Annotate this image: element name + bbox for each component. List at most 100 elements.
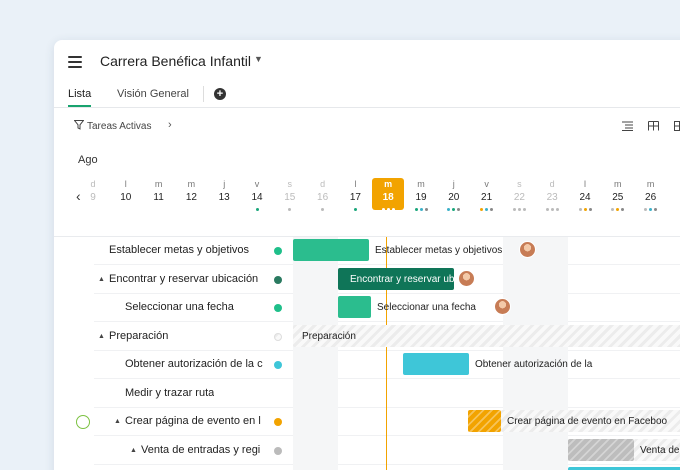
task-name[interactable]: Obtener autorización de la c bbox=[125, 358, 263, 370]
task-name[interactable]: Medir y trazar ruta bbox=[125, 387, 214, 399]
task-bar[interactable] bbox=[468, 410, 501, 432]
task-name[interactable]: Establecer metas y objetivos bbox=[109, 244, 249, 256]
day-column[interactable]: v 21 bbox=[471, 178, 503, 212]
day-column[interactable]: j 20 bbox=[438, 178, 470, 212]
task-dot bbox=[485, 207, 489, 211]
assignee-avatar[interactable] bbox=[519, 241, 536, 258]
expand-caret-icon[interactable]: ▲ bbox=[114, 418, 121, 425]
project-title[interactable]: Carrera Benéfica Infantil bbox=[100, 53, 251, 69]
day-letter: m bbox=[154, 179, 163, 189]
task-row[interactable]: ▲ Crear página de evento en l bbox=[54, 408, 293, 436]
day-letter: s bbox=[287, 179, 293, 189]
task-bar[interactable] bbox=[403, 353, 469, 375]
progress-ring-icon[interactable] bbox=[76, 415, 90, 429]
day-number: 18 bbox=[382, 192, 394, 203]
expand-caret-icon[interactable]: ▲ bbox=[130, 447, 137, 454]
day-task-dots bbox=[143, 206, 175, 212]
tab-bar: Lista Visión General + bbox=[54, 85, 680, 108]
task-dot bbox=[644, 207, 648, 211]
day-task-dots bbox=[175, 206, 207, 212]
status-dot[interactable] bbox=[274, 446, 282, 455]
status-dot[interactable] bbox=[274, 275, 282, 284]
task-row[interactable] bbox=[54, 465, 293, 470]
day-number: 14 bbox=[251, 192, 263, 203]
day-task-dots bbox=[274, 206, 306, 212]
expand-caret-icon[interactable]: ▲ bbox=[98, 276, 105, 283]
day-column[interactable]: d 16 bbox=[307, 178, 339, 212]
project-window: Carrera Benéfica Infantil ▼ Lista Visión… bbox=[54, 40, 680, 470]
weekend-shade bbox=[293, 237, 338, 470]
day-letter: d bbox=[90, 179, 96, 189]
status-dot[interactable] bbox=[274, 418, 282, 426]
day-number: 20 bbox=[448, 192, 460, 203]
task-row[interactable]: Seleccionar una fecha bbox=[54, 294, 293, 322]
chevron-down-icon[interactable]: ▼ bbox=[254, 54, 263, 64]
status-dot[interactable] bbox=[274, 304, 282, 312]
day-column[interactable]: m 11 bbox=[143, 178, 175, 212]
day-task-dots bbox=[110, 206, 142, 212]
task-dot bbox=[447, 207, 451, 211]
day-column[interactable]: v 14 bbox=[241, 178, 273, 212]
task-row[interactable]: Establecer metas y objetivos bbox=[54, 237, 293, 265]
day-task-dots bbox=[241, 206, 273, 212]
task-dot bbox=[621, 207, 625, 211]
task-name[interactable]: Crear página de evento en l bbox=[125, 415, 261, 427]
task-row[interactable]: ▲ Encontrar y reservar ubicación bbox=[54, 266, 293, 294]
tab-vision-general[interactable]: Visión General bbox=[117, 88, 189, 105]
menu-icon[interactable] bbox=[68, 56, 82, 68]
assignee-avatar[interactable] bbox=[458, 269, 475, 287]
add-tab-icon[interactable]: + bbox=[214, 88, 226, 100]
task-name[interactable]: Seleccionar una fecha bbox=[125, 301, 234, 313]
board-view-icon[interactable] bbox=[648, 121, 659, 131]
task-row[interactable]: Obtener autorización de la c bbox=[54, 351, 293, 379]
day-column[interactable]: m 19 bbox=[405, 178, 437, 212]
day-column[interactable]: m 26 bbox=[635, 178, 667, 212]
filter-button[interactable]: Tareas Activas bbox=[73, 120, 152, 132]
day-column[interactable]: m 25 bbox=[602, 178, 634, 212]
task-dot bbox=[545, 207, 549, 211]
task-dot bbox=[654, 207, 658, 211]
day-column[interactable]: s 22 bbox=[503, 178, 535, 212]
day-column[interactable]: s 15 bbox=[274, 178, 306, 212]
day-task-dots bbox=[602, 206, 634, 212]
day-column[interactable]: d 23 bbox=[536, 178, 568, 212]
task-bar[interactable] bbox=[568, 438, 634, 461]
task-dot bbox=[578, 207, 582, 211]
day-letter: d bbox=[549, 179, 555, 189]
task-dot bbox=[583, 207, 587, 211]
day-column[interactable]: l 10 bbox=[110, 178, 142, 212]
task-dot bbox=[386, 207, 390, 211]
day-number: 9 bbox=[90, 192, 96, 203]
task-name[interactable]: Preparación bbox=[109, 330, 168, 342]
task-name[interactable]: Venta de entradas y regi bbox=[141, 444, 260, 456]
day-letter: l bbox=[124, 179, 127, 189]
day-column[interactable]: l 24 bbox=[569, 178, 601, 212]
tab-lista[interactable]: Lista bbox=[68, 88, 92, 107]
day-column[interactable]: j 13 bbox=[208, 178, 240, 212]
table-view-icon[interactable] bbox=[674, 121, 680, 131]
status-dot[interactable] bbox=[274, 247, 282, 255]
day-today[interactable]: m 18 bbox=[372, 178, 405, 211]
task-bar[interactable] bbox=[293, 239, 369, 261]
task-row[interactable]: Medir y trazar ruta bbox=[54, 380, 293, 408]
expand-caret-icon[interactable]: ▲ bbox=[98, 333, 105, 340]
task-dot bbox=[616, 207, 620, 211]
day-letter: m bbox=[384, 179, 393, 189]
day-letter: m bbox=[187, 179, 196, 189]
task-row[interactable]: ▲ Preparación bbox=[54, 323, 293, 351]
list-view-icon[interactable] bbox=[622, 121, 633, 131]
task-dot bbox=[490, 207, 494, 211]
task-dot bbox=[457, 207, 461, 211]
task-bar[interactable] bbox=[338, 296, 371, 318]
status-dot[interactable] bbox=[274, 361, 282, 369]
status-dot[interactable] bbox=[274, 332, 282, 341]
task-dot bbox=[353, 207, 357, 211]
day-column[interactable]: l 17 bbox=[339, 178, 371, 212]
filter-label: Tareas Activas bbox=[87, 121, 152, 132]
day-column[interactable]: d9 bbox=[77, 178, 109, 212]
chevron-right-icon[interactable]: › bbox=[168, 119, 172, 131]
task-row[interactable]: ▲ Venta de entradas y regi bbox=[54, 437, 293, 465]
task-name[interactable]: Encontrar y reservar ubicación bbox=[109, 273, 258, 285]
task-dot bbox=[452, 207, 456, 211]
day-column[interactable]: m 12 bbox=[175, 178, 207, 212]
